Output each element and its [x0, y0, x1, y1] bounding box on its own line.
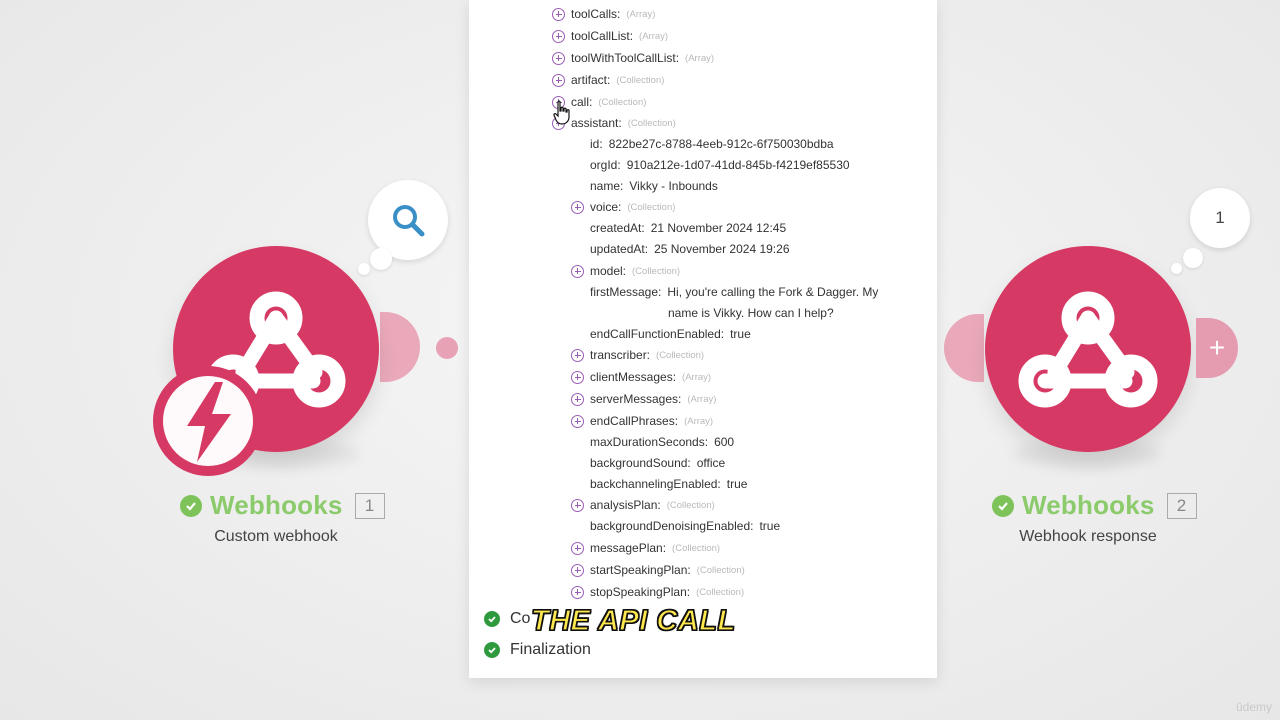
expand-icon[interactable] [571, 370, 584, 384]
module-app-name: Webhooks [210, 490, 343, 520]
module-subtitle: Webhook response [1019, 528, 1157, 545]
tree-row-updatedat: updatedAt: 25 November 2024 19:26 [590, 242, 790, 256]
check-icon [180, 494, 202, 517]
expand-icon[interactable] [552, 73, 565, 87]
bubble-tail [358, 263, 370, 275]
check-icon [484, 642, 500, 658]
expand-icon[interactable] [552, 29, 565, 43]
tree-row-analysisplan[interactable]: analysisPlan: (Collection) [571, 495, 715, 515]
connection-dot[interactable] [436, 337, 458, 359]
bubble-tail [1171, 263, 1182, 274]
check-icon [992, 494, 1014, 517]
tree-row-servermessages[interactable]: serverMessages: (Array) [571, 389, 716, 409]
tree-row-toolwithtoolcalllist[interactable]: toolWithToolCallList: (Array) [552, 48, 714, 68]
expand-icon[interactable] [571, 200, 584, 214]
operations-count: 1 [1215, 208, 1225, 227]
tree-row-name: name: Vikky - Inbounds [590, 179, 718, 193]
status-label: Finalization [510, 641, 591, 658]
module-number: 1 [354, 492, 385, 519]
module-subtitle: Custom webhook [214, 528, 338, 545]
tree-row-toolcalllist[interactable]: toolCallList: (Array) [552, 26, 668, 46]
watermark: ûdemy [1235, 700, 1272, 714]
expand-icon[interactable] [571, 541, 584, 555]
status-row-finalization: Finalization [484, 641, 591, 659]
tree-row-model[interactable]: model: (Collection) [571, 261, 680, 281]
expand-icon[interactable] [571, 498, 584, 512]
tree-row-clientmessages[interactable]: clientMessages: (Array) [571, 367, 711, 387]
status-label: Co [510, 610, 531, 627]
lightning-icon [187, 382, 231, 462]
module-app-name: Webhooks [1022, 490, 1155, 520]
module-title: Webhooks 2 [992, 490, 1197, 521]
check-icon [484, 611, 500, 627]
tree-row-id: id: 822be27c-8788-4eeb-912c-6f750030bdba [590, 137, 834, 151]
tree-row-transcriber[interactable]: transcriber: (Collection) [571, 345, 704, 365]
status-row-commit: Co [484, 610, 530, 628]
tree-row-createdat: createdAt: 21 November 2024 12:45 [590, 221, 787, 235]
plus-icon: + [1208, 332, 1226, 363]
expand-icon[interactable] [571, 264, 584, 278]
tree-row-messageplan[interactable]: messagePlan: (Collection) [571, 538, 720, 558]
tree-row-backgroundsound: backgroundSound: office [590, 456, 726, 470]
bundle-output-panel: toolCalls: (Array) toolCallList: (Array) t… [469, 0, 937, 678]
bubble-tail [370, 248, 392, 270]
module-number: 2 [1166, 492, 1197, 519]
module-webhooks-2[interactable] [985, 246, 1191, 452]
tree-row-startspeakingplan[interactable]: startSpeakingPlan: (Collection) [571, 560, 745, 580]
tree-row-voice[interactable]: voice: (Collection) [571, 197, 675, 217]
tree-row-firstmessage: firstMessage: Hi, you're calling the Fork… [590, 285, 879, 299]
video-caption: THE API CALL [530, 604, 736, 637]
trigger-badge[interactable] [153, 366, 263, 476]
expand-icon[interactable] [571, 585, 584, 599]
tree-row-endcallphrases[interactable]: endCallPhrases: (Array) [571, 411, 713, 431]
bubble-tail [1183, 248, 1203, 268]
expand-icon[interactable] [571, 414, 584, 428]
tree-row-maxdurationseconds: maxDurationSeconds: 600 [590, 435, 735, 449]
expand-icon[interactable] [571, 392, 584, 406]
tree-row-backgrounddenoisingenabled: backgroundDenoisingEnabled: true [590, 519, 781, 533]
module-title: Webhooks 1 [180, 490, 385, 521]
hand-cursor-icon [553, 100, 570, 125]
tree-row-orgid: orgId: 910a212e-1d07-41dd-845b-f4219ef855… [590, 158, 850, 172]
search-icon [393, 205, 425, 237]
tree-row-backchannelingenabled: backchannelingEnabled: true [590, 477, 748, 491]
operations-count-bubble[interactable]: 1 [1190, 188, 1250, 248]
tree-row-endcallfunctionenabled: endCallFunctionEnabled: true [590, 327, 751, 341]
expand-icon[interactable] [552, 51, 565, 65]
tree-row-toolcalls[interactable]: toolCalls: (Array) [552, 4, 655, 24]
firstmessage-continuation: name is Vikky. How can I help? [668, 306, 834, 320]
webhook-icon [1018, 291, 1158, 408]
tree-row-artifact[interactable]: artifact: (Collection) [552, 70, 664, 90]
expand-icon[interactable] [571, 348, 584, 362]
expand-icon[interactable] [571, 563, 584, 577]
tree-row-stopspeakingplan[interactable]: stopSpeakingPlan: (Collection) [571, 582, 744, 602]
expand-icon[interactable] [552, 7, 565, 21]
